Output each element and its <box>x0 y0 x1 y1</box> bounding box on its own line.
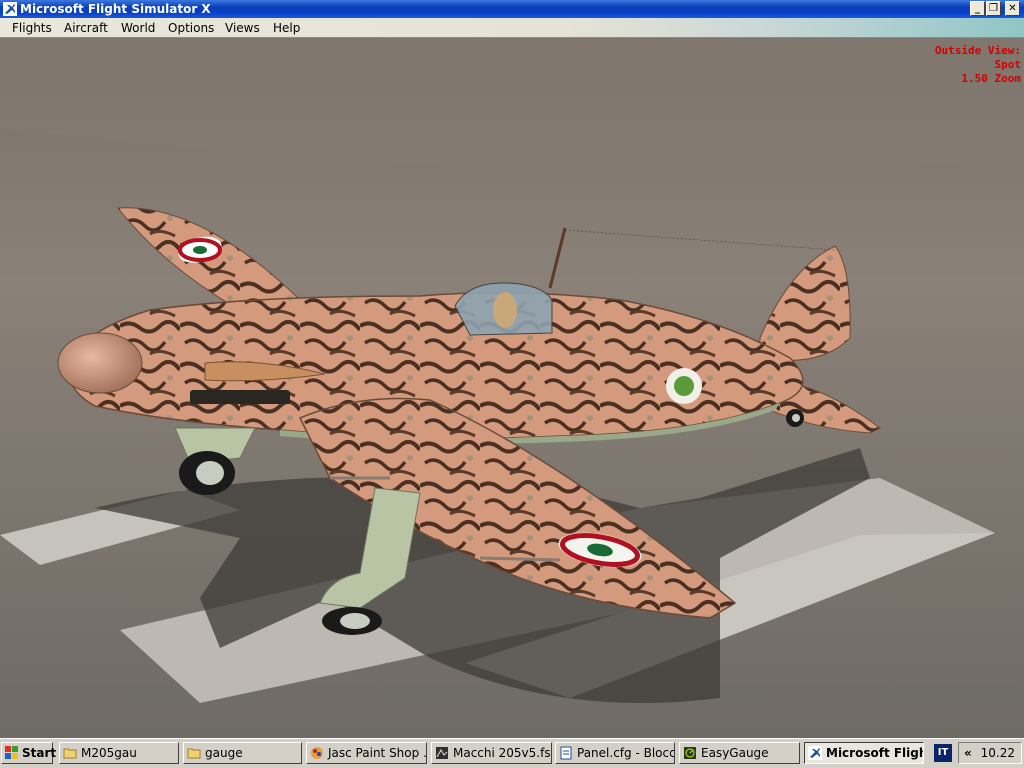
flight-sim-app-icon <box>3 2 17 16</box>
tray-expand-button[interactable]: « <box>964 746 972 760</box>
zoom-label: 1.50 Zoom <box>961 72 1021 85</box>
restore-button[interactable]: ❐ <box>986 1 1001 16</box>
menu-flights[interactable]: Flights <box>12 21 52 35</box>
task-label: M205gau <box>81 746 137 760</box>
taskbar: Start M205gau gauge Jasc Paint Shop ... … <box>0 738 1024 768</box>
task-label: Microsoft Fligh... <box>826 746 923 760</box>
menu-views[interactable]: Views <box>225 21 260 35</box>
menu-world[interactable]: World <box>121 21 155 35</box>
clock[interactable]: 10.22 <box>981 746 1015 760</box>
task-label: EasyGauge <box>701 746 769 760</box>
taskbar-item-flight-sim[interactable]: Microsoft Fligh... <box>804 742 924 764</box>
task-label: Panel.cfg - Blocc... <box>577 746 674 760</box>
simulator-viewport[interactable]: Outside View: Spot 1.50 Zoom <box>0 38 1024 738</box>
view-type-label: Spot <box>994 58 1022 71</box>
start-button[interactable]: Start <box>1 742 57 764</box>
menu-bar: Flights Aircraft World Options Views Hel… <box>0 18 1024 38</box>
paint-shop-icon <box>311 747 323 759</box>
taskbar-item-gauge[interactable]: gauge <box>183 742 302 764</box>
view-mode-label: Outside View: <box>934 44 1021 57</box>
taskbar-item-easygauge[interactable]: EasyGauge <box>679 742 800 764</box>
folder-icon <box>187 748 201 759</box>
notepad-icon <box>560 746 572 760</box>
taskbar-item-m205gau[interactable]: M205gau <box>59 742 179 764</box>
taskbar-item-panel-cfg[interactable]: Panel.cfg - Blocc... <box>555 742 675 764</box>
close-button[interactable]: ✕ <box>1005 1 1020 16</box>
start-label: Start <box>22 746 57 760</box>
system-tray: « 10.22 <box>958 742 1022 764</box>
flight-sim-icon <box>808 746 822 760</box>
task-label: Jasc Paint Shop ... <box>328 746 427 760</box>
menu-help[interactable]: Help <box>273 21 300 35</box>
image-file-icon <box>436 747 448 759</box>
window-title: Microsoft Flight Simulator X <box>20 2 211 16</box>
task-label: gauge <box>205 746 243 760</box>
easygauge-icon <box>684 747 696 759</box>
menu-options[interactable]: Options <box>168 21 214 35</box>
minimize-button[interactable]: _ <box>970 1 985 16</box>
task-label: Macchi 205v5.fs... <box>453 746 552 760</box>
aircraft-scene <box>0 38 1024 738</box>
taskbar-item-paint-shop[interactable]: Jasc Paint Shop ... <box>306 742 427 764</box>
language-indicator[interactable]: IT <box>934 744 952 762</box>
folder-icon <box>63 748 77 759</box>
windows-logo-icon <box>5 746 18 759</box>
taskbar-item-macchi[interactable]: Macchi 205v5.fs... <box>431 742 552 764</box>
view-info: Outside View: Spot 1.50 Zoom <box>935 44 1021 86</box>
menu-aircraft[interactable]: Aircraft <box>64 21 108 35</box>
title-bar[interactable]: Microsoft Flight Simulator X _ ❐ ✕ <box>0 0 1024 18</box>
